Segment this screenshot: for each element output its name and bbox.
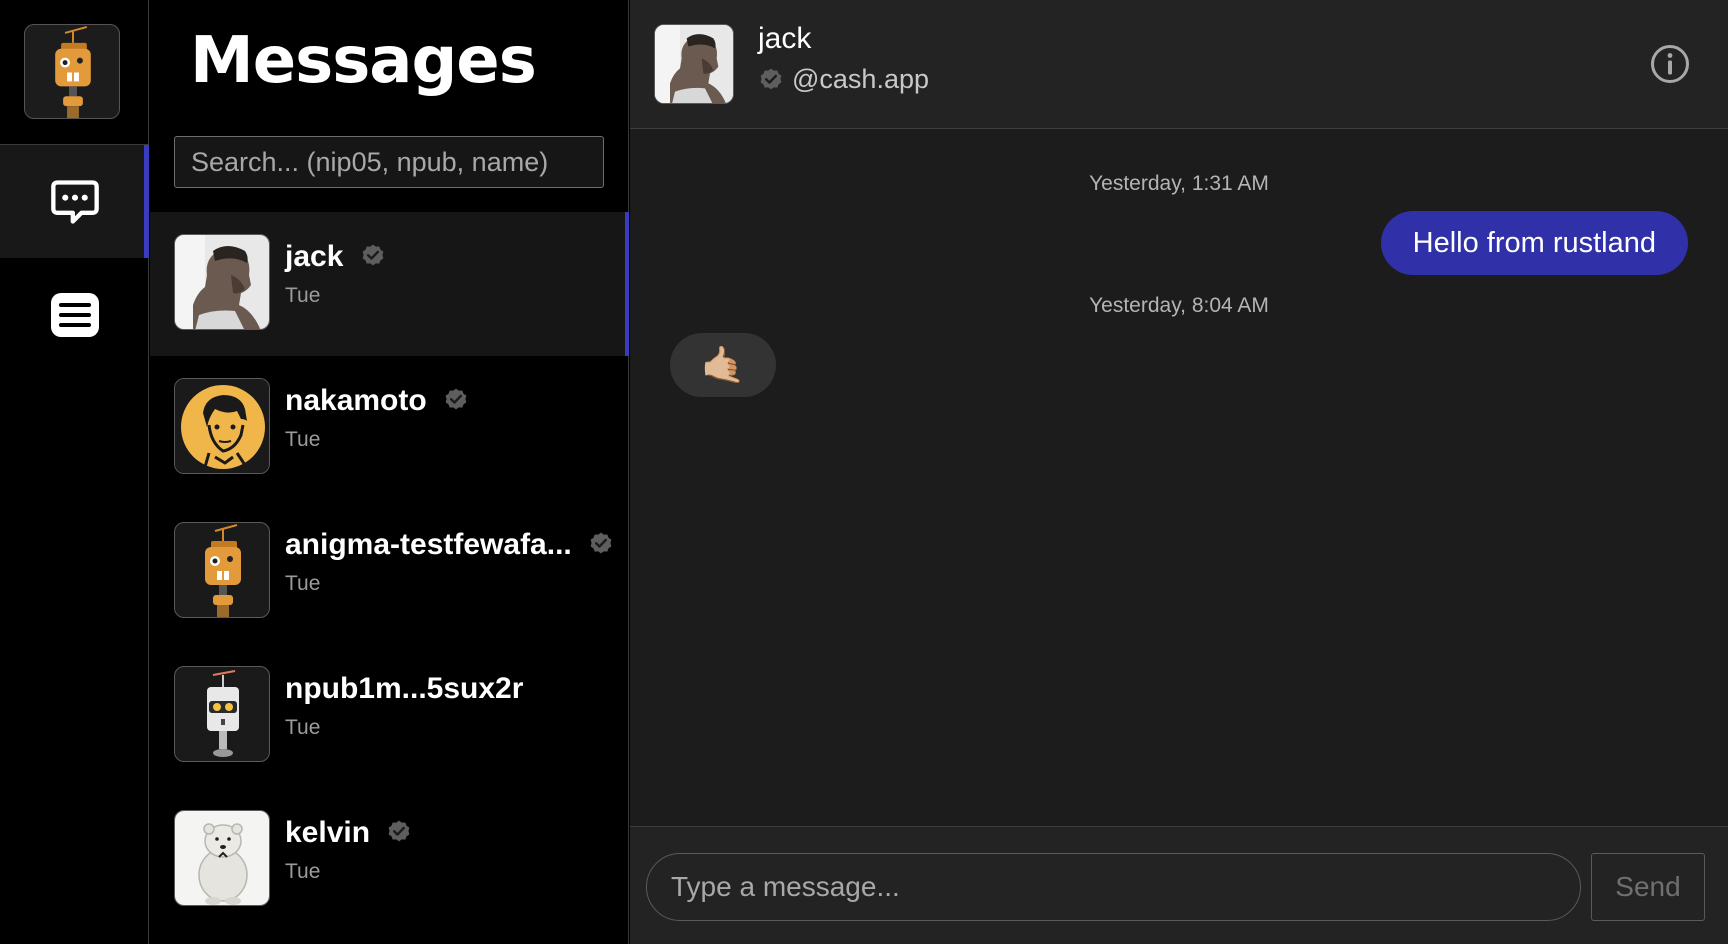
conversation-name: anigma-testfewafa... [285, 528, 614, 562]
conversation-item-anigma[interactable]: anigma-testfewafa... Tue [150, 500, 629, 644]
contact-handle-text: @cash.app [792, 64, 929, 94]
send-button[interactable]: Send [1591, 853, 1705, 921]
nav-item-menu[interactable]: menu [0, 258, 149, 371]
conversation-item-kelvin[interactable]: kelvin Tue [150, 788, 629, 932]
verified-badge-icon [386, 819, 412, 845]
info-icon [1651, 45, 1689, 83]
conversation-time: Tue [285, 572, 321, 595]
conversation-time: Tue [285, 716, 321, 739]
conversation-name: jack [285, 240, 386, 274]
robot-icon [25, 25, 120, 119]
message-timestamp: Yesterday, 1:31 AM [1089, 172, 1269, 195]
chat-bubble-icon [50, 179, 99, 224]
conversation-time: Tue [285, 284, 321, 307]
avatar[interactable] [654, 24, 734, 104]
avatar [174, 810, 270, 906]
app-logo[interactable] [24, 24, 120, 119]
face-sketch-icon [175, 379, 270, 474]
call-me-hand-emoji: 🤙🏼 [700, 345, 746, 386]
nav-rail: messages menu [0, 0, 149, 944]
message-input[interactable] [646, 853, 1581, 921]
conversation-name: npub1m...5sux2r [285, 672, 523, 706]
conversation-time: Tue [285, 860, 321, 883]
info-button[interactable] [1650, 44, 1690, 84]
conversation-name-text: npub1m...5sux2r [285, 672, 524, 705]
avatar [174, 522, 270, 618]
nav-item-messages[interactable]: messages [0, 145, 149, 258]
white-robot-icon [175, 667, 270, 762]
conversation-item-npub[interactable]: npub1m...5sux2r Tue [150, 644, 629, 788]
portrait-photo-icon [655, 25, 734, 104]
avatar [174, 234, 270, 330]
page-title: Messages [190, 24, 537, 98]
conversation-name: nakamoto [285, 384, 469, 418]
outgoing-message: Hello from rustland [1380, 211, 1688, 275]
verified-badge-icon [758, 67, 784, 93]
polar-bear-icon [175, 811, 270, 906]
contact-name: jack [758, 22, 812, 55]
conversation-name-text: nakamoto [285, 384, 427, 417]
verified-badge-icon [360, 243, 386, 269]
conversation-name-text: anigma-testfewafa... [285, 528, 572, 561]
conversation-list: Messages jack Tue nakamoto Tue anigma-te… [150, 0, 629, 944]
message-composer: Send [630, 826, 1728, 944]
avatar [174, 666, 270, 762]
search-input[interactable] [174, 136, 604, 188]
chat-header: jack @cash.app [630, 0, 1728, 129]
conversation-name-text: kelvin [285, 816, 371, 849]
portrait-photo-icon [175, 235, 270, 330]
conversation-item-nakamoto[interactable]: nakamoto Tue [150, 356, 629, 500]
incoming-message: 🤙🏼 [670, 333, 776, 397]
conversation-time: Tue [285, 428, 321, 451]
menu-icon [50, 292, 99, 337]
message-timestamp: Yesterday, 8:04 AM [1089, 294, 1269, 317]
conversation-item-jack[interactable]: jack Tue [150, 212, 629, 356]
verified-badge-icon [588, 531, 614, 557]
avatar [174, 378, 270, 474]
chat-pane: jack @cash.app Yesterday, 1:31 AM Hello … [630, 0, 1728, 944]
conversation-name: kelvin [285, 816, 412, 850]
robot-icon [175, 523, 270, 618]
verified-badge-icon [443, 387, 469, 413]
contact-handle: @cash.app [758, 64, 929, 95]
conversation-name-text: jack [285, 240, 344, 273]
